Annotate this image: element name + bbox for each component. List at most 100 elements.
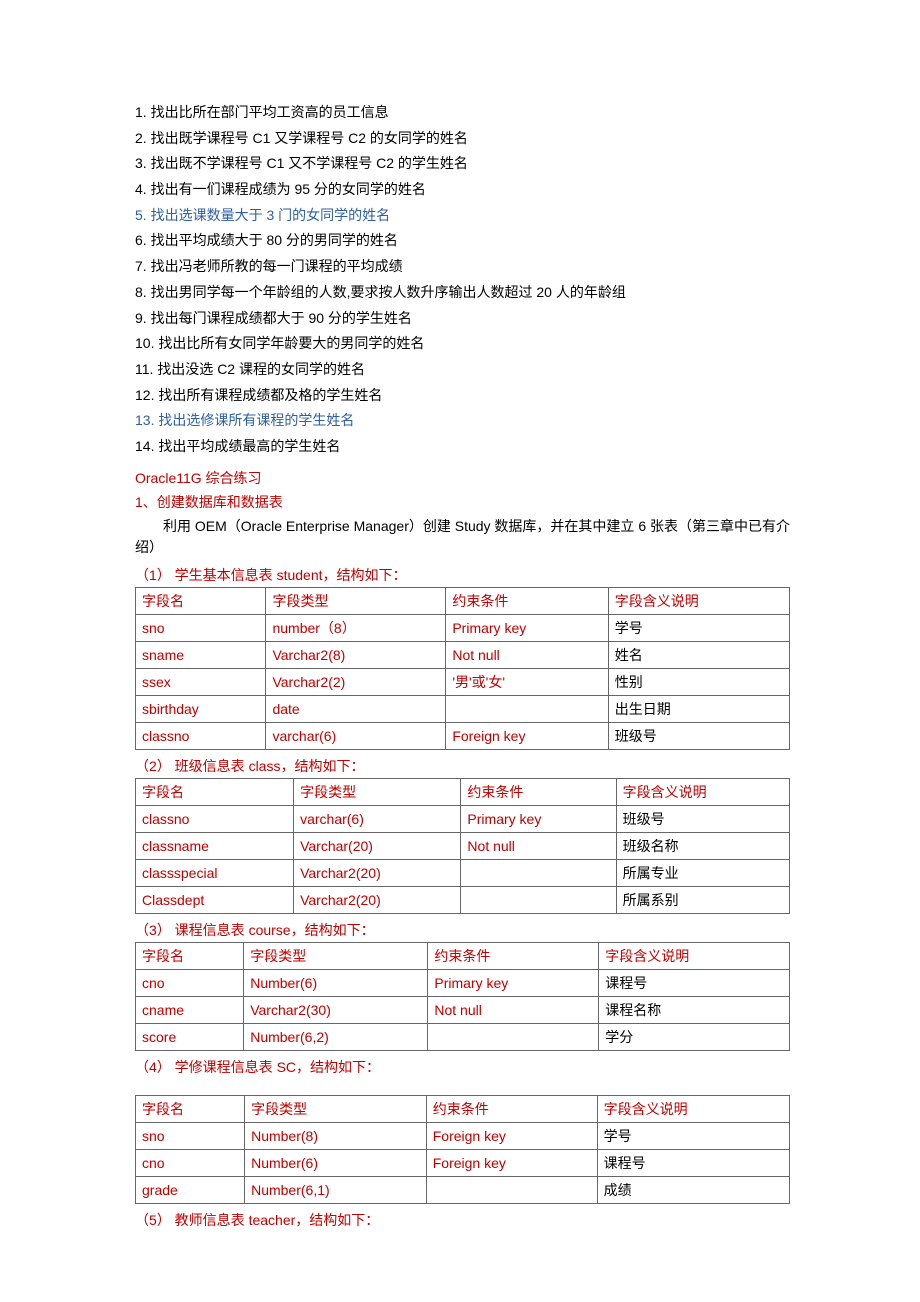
- question-number: 10.: [135, 335, 158, 351]
- question-item: 9. 找出每门课程成绩都大于 90 分的学生姓名: [135, 306, 790, 332]
- table-cell: Not null: [428, 997, 599, 1024]
- table1-title: （1） 学生基本信息表 student，结构如下：: [135, 565, 790, 585]
- table-cell: Varchar2(20): [294, 860, 461, 887]
- table-cell: Number(6): [245, 1150, 427, 1177]
- table-row: snoNumber(8)Foreign key学号: [136, 1123, 790, 1150]
- col-desc: 字段含义说明: [616, 779, 789, 806]
- question-text: 找出既学课程号 C1 又学课程号 C2 的女同学的姓名: [151, 130, 468, 146]
- table-cell: Number(6,2): [244, 1024, 428, 1051]
- col-desc: 字段含义说明: [608, 588, 789, 615]
- question-text: 找出选修课所有课程的学生姓名: [158, 412, 354, 428]
- table-row: cnoNumber(6)Primary key课程号: [136, 970, 790, 997]
- table-cell: sno: [136, 615, 266, 642]
- table-cell: 成绩: [597, 1177, 789, 1204]
- question-item: 2. 找出既学课程号 C1 又学课程号 C2 的女同学的姓名: [135, 126, 790, 152]
- question-text: 找出比所在部门平均工资高的员工信息: [151, 104, 389, 120]
- table-cell: 性别: [608, 669, 789, 696]
- table3-title: （3） 课程信息表 course，结构如下：: [135, 920, 790, 940]
- question-number: 5.: [135, 207, 151, 223]
- table-cell: number（8）: [266, 615, 446, 642]
- col-desc: 字段含义说明: [597, 1096, 789, 1123]
- table-cell: [461, 860, 616, 887]
- table-cell: Varchar2(20): [294, 887, 461, 914]
- intro-paragraph: 利用 OEM（Oracle Enterprise Manager）创建 Stud…: [135, 516, 790, 559]
- table-sc: 字段名 字段类型 约束条件 字段含义说明 snoNumber(8)Foreign…: [135, 1095, 790, 1204]
- table-header-row: 字段名 字段类型 约束条件 字段含义说明: [136, 588, 790, 615]
- question-text: 找出有一们课程成绩为 95 分的女同学的姓名: [151, 181, 426, 197]
- table-cell: sname: [136, 642, 266, 669]
- col-constraint: 约束条件: [446, 588, 608, 615]
- question-number: 1.: [135, 104, 151, 120]
- table-cell: 班级号: [616, 806, 789, 833]
- question-item: 5. 找出选课数量大于 3 门的女同学的姓名: [135, 203, 790, 229]
- table-cell: date: [266, 696, 446, 723]
- table-cell: 姓名: [608, 642, 789, 669]
- question-item: 7. 找出冯老师所教的每一门课程的平均成绩: [135, 254, 790, 280]
- table-student: 字段名 字段类型 约束条件 字段含义说明 snonumber（8）Primary…: [135, 587, 790, 750]
- table-row: snonumber（8）Primary key学号: [136, 615, 790, 642]
- table-cell: Foreign key: [426, 1123, 597, 1150]
- table-cell: Number(6): [244, 970, 428, 997]
- table-cell: classname: [136, 833, 294, 860]
- table-cell: grade: [136, 1177, 245, 1204]
- question-text: 找出选课数量大于 3 门的女同学的姓名: [151, 207, 391, 223]
- table-cell: 班级名称: [616, 833, 789, 860]
- col-type: 字段类型: [244, 943, 428, 970]
- table-row: sbirthdaydate出生日期: [136, 696, 790, 723]
- table-row: ClassdeptVarchar2(20)所属系别: [136, 887, 790, 914]
- question-item: 1. 找出比所在部门平均工资高的员工信息: [135, 100, 790, 126]
- table-cell: Number(6,1): [245, 1177, 427, 1204]
- table-cell: 出生日期: [608, 696, 789, 723]
- question-text: 找出没选 C2 课程的女同学的姓名: [157, 361, 365, 377]
- table-cell: varchar(6): [266, 723, 446, 750]
- table-cell: 学分: [599, 1024, 790, 1051]
- question-item: 13. 找出选修课所有课程的学生姓名: [135, 408, 790, 434]
- question-item: 3. 找出既不学课程号 C1 又不学课程号 C2 的学生姓名: [135, 151, 790, 177]
- table-row: cnameVarchar2(30)Not null课程名称: [136, 997, 790, 1024]
- table-row: classnovarchar(6)Primary key班级号: [136, 806, 790, 833]
- table-cell: sno: [136, 1123, 245, 1150]
- document-page: 1. 找出比所在部门平均工资高的员工信息2. 找出既学课程号 C1 又学课程号 …: [0, 0, 920, 1292]
- table-cell: 学号: [608, 615, 789, 642]
- question-item: 12. 找出所有课程成绩都及格的学生姓名: [135, 383, 790, 409]
- table-row: classnameVarchar(20)Not null班级名称: [136, 833, 790, 860]
- col-desc: 字段含义说明: [599, 943, 790, 970]
- question-number: 14.: [135, 438, 158, 454]
- table-row: cnoNumber(6)Foreign key课程号: [136, 1150, 790, 1177]
- question-text: 找出既不学课程号 C1 又不学课程号 C2 的学生姓名: [151, 155, 468, 171]
- table-cell: 所属专业: [616, 860, 789, 887]
- table-header-row: 字段名 字段类型 约束条件 字段含义说明: [136, 943, 790, 970]
- question-text: 找出平均成绩最高的学生姓名: [158, 438, 340, 454]
- table-cell: 课程号: [599, 970, 790, 997]
- table-cell: Foreign key: [446, 723, 608, 750]
- question-item: 4. 找出有一们课程成绩为 95 分的女同学的姓名: [135, 177, 790, 203]
- question-item: 10. 找出比所有女同学年龄要大的男同学的姓名: [135, 331, 790, 357]
- table4-title: （4） 学修课程信息表 SC，结构如下：: [135, 1057, 790, 1077]
- col-field: 字段名: [136, 1096, 245, 1123]
- table-cell: 课程号: [597, 1150, 789, 1177]
- question-number: 11.: [135, 361, 157, 377]
- table-cell: Not null: [461, 833, 616, 860]
- table-course: 字段名 字段类型 约束条件 字段含义说明 cnoNumber(6)Primary…: [135, 942, 790, 1051]
- table-cell: '男'或'女': [446, 669, 608, 696]
- table-cell: Primary key: [461, 806, 616, 833]
- table-cell: [428, 1024, 599, 1051]
- table-cell: ssex: [136, 669, 266, 696]
- question-item: 6. 找出平均成绩大于 80 分的男同学的姓名: [135, 228, 790, 254]
- table-cell: Foreign key: [426, 1150, 597, 1177]
- question-number: 8.: [135, 284, 151, 300]
- question-text: 找出每门课程成绩都大于 90 分的学生姓名: [151, 310, 412, 326]
- question-text: 找出男同学每一个年龄组的人数,要求按人数升序输出人数超过 20 人的年龄组: [151, 284, 626, 300]
- table-cell: [426, 1177, 597, 1204]
- question-text: 找出平均成绩大于 80 分的男同学的姓名: [151, 232, 398, 248]
- table-cell: 班级号: [608, 723, 789, 750]
- table-cell: Varchar2(30): [244, 997, 428, 1024]
- table-cell: 课程名称: [599, 997, 790, 1024]
- col-constraint: 约束条件: [461, 779, 616, 806]
- col-field: 字段名: [136, 588, 266, 615]
- question-item: 11. 找出没选 C2 课程的女同学的姓名: [135, 357, 790, 383]
- table-cell: classno: [136, 723, 266, 750]
- table-class: 字段名 字段类型 约束条件 字段含义说明 classnovarchar(6)Pr…: [135, 778, 790, 914]
- section-heading: 1、创建数据库和数据表: [135, 492, 790, 512]
- col-field: 字段名: [136, 779, 294, 806]
